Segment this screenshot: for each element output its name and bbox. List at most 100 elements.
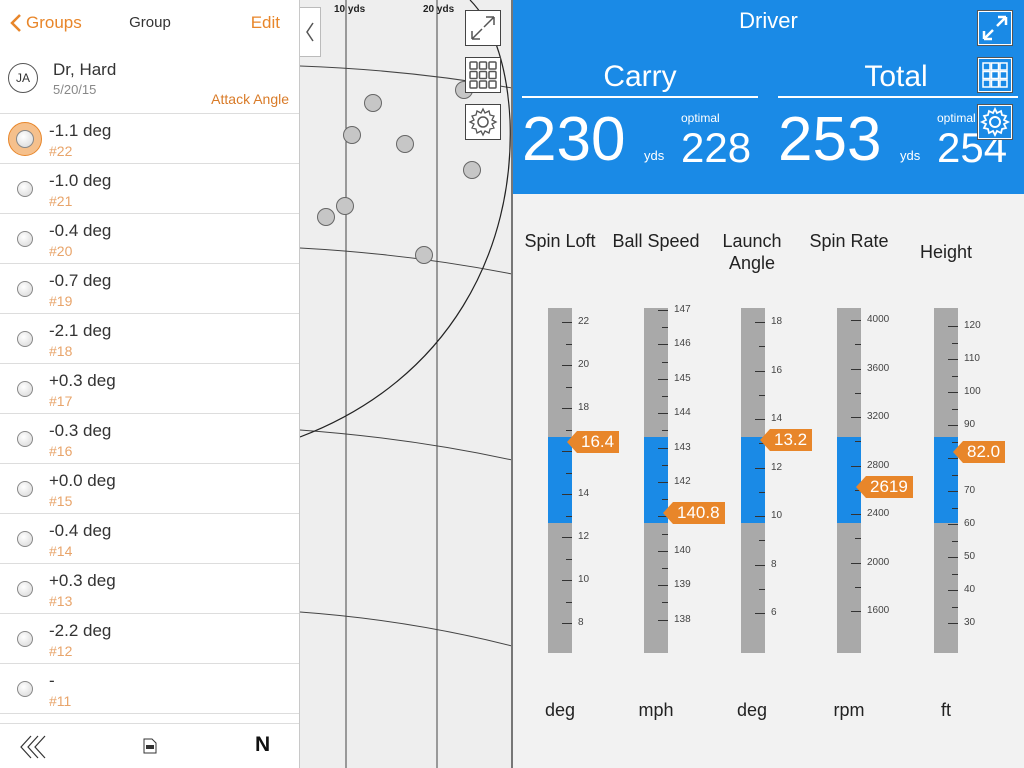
- metric-label[interactable]: Attack Angle: [211, 91, 289, 107]
- shot-list: -1.1 deg #22 -1.0 deg #21 -0.4 deg #20 -0.7 de…: [0, 114, 299, 714]
- list-item[interactable]: +0.3 deg #17: [0, 364, 299, 414]
- app: Groups Group Edit JA Dr, Hard 5/20/15 At…: [0, 0, 1024, 768]
- list-item[interactable]: -0.3 deg #16: [0, 414, 299, 464]
- gauge-value-flag: 2619: [856, 476, 913, 498]
- gauge-tick: [755, 467, 765, 469]
- shot-number: #17: [49, 393, 73, 409]
- shot-dot[interactable]: [317, 208, 335, 226]
- shot-dot[interactable]: [364, 94, 382, 112]
- expand-icon: [471, 16, 495, 40]
- shot-radio-icon[interactable]: [17, 431, 33, 447]
- shot-radio-icon[interactable]: [17, 531, 33, 547]
- gauge-tick: [851, 465, 861, 467]
- list-item[interactable]: - #11: [0, 664, 299, 714]
- expand-stats-button[interactable]: [977, 10, 1013, 46]
- pdf-icon[interactable]: [143, 738, 157, 754]
- shot-number: #18: [49, 343, 73, 359]
- edit-button[interactable]: Edit: [251, 13, 280, 33]
- list-item[interactable]: +0.0 deg #15: [0, 464, 299, 514]
- yard-label-10: 10 yds: [334, 4, 366, 15]
- gauge-minor-tick: [566, 515, 572, 517]
- list-item[interactable]: -2.1 deg #18: [0, 314, 299, 364]
- gauge-tick: [948, 623, 958, 624]
- list-item[interactable]: +0.3 deg #13: [0, 564, 299, 614]
- gauge-tick: [851, 417, 861, 418]
- gauge-tick: [658, 619, 668, 621]
- carry-value: 230: [522, 105, 626, 174]
- gauge-tick-label: 139: [674, 579, 691, 591]
- shot-dot[interactable]: [415, 246, 433, 264]
- expand-map-button[interactable]: [465, 10, 501, 46]
- gauge-tick: [562, 365, 572, 366]
- n-button[interactable]: N: [255, 733, 270, 757]
- gauge-minor-tick: [952, 408, 958, 410]
- shot-radio-icon[interactable]: [17, 181, 33, 197]
- stats-grid-button[interactable]: [977, 57, 1013, 93]
- shot-radio-icon[interactable]: [17, 581, 33, 597]
- shot-radio-icon[interactable]: [17, 381, 33, 397]
- dispersion-map[interactable]: 10 yds 20 yds: [300, 0, 512, 768]
- shot-radio-icon[interactable]: [17, 281, 33, 297]
- collapse-list-button[interactable]: [300, 7, 321, 57]
- gauge-minor-tick: [759, 346, 765, 348]
- gauge-tick: [851, 562, 861, 564]
- player-name: Dr, Hard: [53, 60, 117, 79]
- gauge-tick-label: 2000: [867, 556, 890, 568]
- gauge-tick: [851, 368, 861, 370]
- shot-value: -1.1 deg: [49, 121, 112, 140]
- gauge-tick-label: 14: [578, 488, 590, 499]
- gauge-tick-label: 143: [674, 441, 691, 453]
- shot-dot[interactable]: [343, 126, 361, 144]
- gauge-tick: [948, 425, 958, 426]
- list-item[interactable]: -2.2 deg #12: [0, 614, 299, 664]
- gauge-tick: [658, 447, 668, 449]
- shot-radio-icon[interactable]: [17, 681, 33, 697]
- shot-radio-icon[interactable]: [16, 130, 34, 148]
- gauge-tick: [658, 413, 668, 415]
- gauge-minor-tick: [952, 474, 958, 476]
- rewind-icon[interactable]: [19, 734, 51, 760]
- list-item[interactable]: -1.1 deg #22: [0, 114, 299, 164]
- shot-radio-icon[interactable]: [17, 231, 33, 247]
- gauge-minor-tick: [855, 586, 861, 588]
- list-item[interactable]: -1.0 deg #21: [0, 164, 299, 214]
- shot-number: #13: [49, 593, 73, 609]
- shot-radio-icon[interactable]: [17, 481, 33, 497]
- gauge-minor-tick: [855, 538, 861, 540]
- shot-number: #11: [49, 693, 72, 709]
- shot-radio-icon[interactable]: [17, 631, 33, 647]
- gauge-minor-tick: [662, 499, 668, 501]
- shot-dot[interactable]: [463, 161, 481, 179]
- gauge-minor-tick: [566, 343, 572, 345]
- stats-settings-button[interactable]: [977, 104, 1013, 140]
- gauge-tick-label: 10: [771, 510, 783, 521]
- shot-list-pane: Groups Group Edit JA Dr, Hard 5/20/15 At…: [0, 0, 300, 768]
- player-header[interactable]: JA Dr, Hard 5/20/15 Attack Angle: [0, 48, 299, 114]
- shot-dot[interactable]: [336, 197, 354, 215]
- gauge-tick: [948, 590, 958, 591]
- gauge-tick: [755, 370, 765, 372]
- list-item[interactable]: -0.4 deg #14: [0, 514, 299, 564]
- total-optimal-label: optimal: [937, 111, 976, 125]
- gauge-tick: [658, 310, 668, 311]
- gauge-minor-tick: [662, 396, 668, 397]
- shot-radio-icon[interactable]: [17, 331, 33, 347]
- gauge-tick: [658, 550, 668, 552]
- shot-dot[interactable]: [396, 135, 414, 153]
- gauge-minor-tick: [566, 601, 572, 603]
- list-item[interactable]: -0.4 deg #20: [0, 214, 299, 264]
- list-item[interactable]: -0.7 deg #19: [0, 264, 299, 314]
- shot-value: -2.2 deg: [49, 621, 112, 640]
- gauge-tick-label: 6: [771, 607, 777, 618]
- gauge-tick: [658, 585, 668, 587]
- arc-4: [300, 611, 512, 647]
- gauge-tick: [562, 580, 572, 581]
- gauge-tick: [658, 344, 668, 346]
- gauge-minor-tick: [662, 327, 668, 329]
- gauge-title: Height: [919, 242, 973, 262]
- gauge-value-flag: 140.8: [663, 502, 725, 524]
- map-settings-button[interactable]: [465, 104, 501, 140]
- shot-number: #19: [49, 293, 73, 309]
- shot-value: -0.3 deg: [49, 421, 112, 440]
- grid-view-button[interactable]: [465, 57, 501, 93]
